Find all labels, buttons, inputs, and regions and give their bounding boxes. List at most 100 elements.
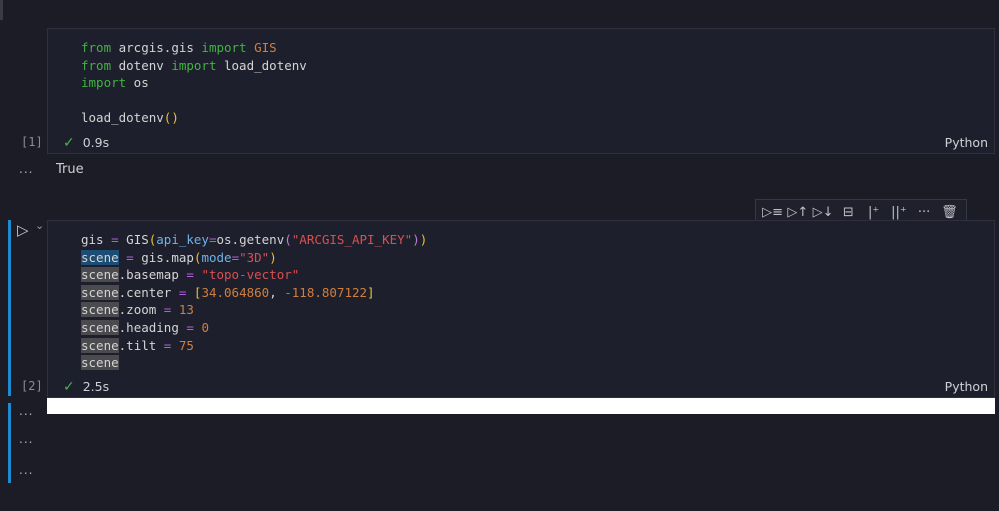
code-token: import	[81, 75, 127, 91]
code-token: api_key	[156, 232, 209, 247]
chevron-down-icon[interactable]: ⌄	[35, 219, 44, 232]
output-more-icon[interactable]: ...	[19, 162, 33, 176]
code-token: gis.map	[133, 249, 194, 265]
execution-time: 2.5s	[82, 379, 110, 394]
code-token: )	[412, 232, 420, 247]
run-above-icon[interactable]: ▷↑	[787, 205, 809, 220]
code-token: load_dotenv	[81, 110, 164, 126]
code-token: =	[231, 249, 240, 265]
code-token: from	[81, 40, 112, 55]
code-token: ]	[367, 284, 375, 300]
code-token: -	[284, 284, 292, 300]
run-cell-icon[interactable]: ▷	[17, 221, 29, 239]
code-token: scene	[81, 319, 119, 335]
check-icon: ✓	[63, 135, 75, 151]
code-token: 0	[201, 319, 209, 335]
output-more-icon[interactable]: ...	[19, 432, 33, 446]
code-line: scene = gis.map(mode="3D")	[81, 249, 427, 267]
code-token: "ARCGIS_API_KEY"	[291, 232, 413, 247]
code-token: import	[201, 40, 247, 55]
code-token: .heading	[118, 319, 187, 335]
code-token: arcgis.gis	[111, 40, 202, 55]
code-line: from dotenv import load_dotenv	[81, 57, 307, 75]
split-cell-icon[interactable]: ⊟	[837, 205, 859, 220]
output-more-icon[interactable]: ...	[19, 463, 33, 477]
code-token: "topo-vector"	[201, 267, 300, 283]
add-cell-below-icon[interactable]: ||⁺	[888, 205, 910, 220]
code-token: =	[126, 249, 134, 265]
cell-focus-bar	[8, 220, 11, 396]
code-line: scene.basemap = "topo-vector"	[81, 266, 427, 284]
code-editor[interactable]: gis = GIS(api_key=os.getenv("ARCGIS_API_…	[81, 231, 427, 372]
code-line: gis = GIS(api_key=os.getenv("ARCGIS_API_…	[81, 231, 427, 249]
code-line: scene	[81, 354, 427, 372]
code-token: .center	[118, 284, 179, 300]
code-token: =	[186, 319, 194, 335]
code-token: dotenv	[111, 57, 172, 73]
code-token: GIS	[118, 232, 149, 247]
code-token: (	[284, 232, 292, 247]
code-line: scene.heading = 0	[81, 319, 427, 337]
more-icon[interactable]: ···	[913, 205, 935, 220]
output-more-icon[interactable]: ...	[19, 404, 33, 418]
code-line: scene.zoom = 13	[81, 301, 427, 319]
code-token: 34.064860	[201, 284, 270, 300]
scrollbar[interactable]	[0, 0, 3, 20]
code-token: gis	[81, 232, 112, 247]
cell-output: True	[56, 162, 84, 177]
code-token: scene	[81, 355, 119, 371]
code-cell-2[interactable]: gis = GIS(api_key=os.getenv("ARCGIS_API_…	[47, 220, 995, 398]
code-line: load_dotenv()	[81, 109, 307, 127]
code-token: scene	[81, 284, 119, 300]
language-label[interactable]: Python	[945, 135, 988, 150]
code-token: GIS	[254, 40, 277, 55]
code-token: =	[208, 232, 217, 247]
code-token: 118.807122	[291, 284, 368, 300]
code-token: scene	[81, 267, 119, 283]
execute-above-icon[interactable]: ▷≡	[762, 205, 784, 220]
execution-count: [1]	[21, 135, 43, 149]
code-token: load_dotenv	[216, 57, 307, 73]
code-token: .basemap	[118, 267, 187, 283]
code-token: =	[186, 267, 194, 283]
code-token: scene	[81, 302, 119, 318]
output-focus-bar	[8, 403, 11, 483]
code-token: =	[111, 232, 119, 247]
code-token: os	[126, 75, 149, 91]
code-token: )	[419, 232, 428, 247]
trash-icon[interactable]: 🗑	[938, 205, 960, 220]
execution-count: [2]	[21, 379, 43, 393]
check-icon: ✓	[63, 379, 75, 395]
execution-status: ✓ 0.9s	[63, 135, 109, 151]
code-token: scene	[81, 337, 119, 353]
code-token: ()	[163, 110, 179, 126]
code-token: mode	[201, 249, 232, 265]
code-line: import os	[81, 74, 307, 92]
code-cell-1[interactable]: from arcgis.gis import GIS from dotenv im…	[47, 28, 995, 154]
code-line: scene.tilt = 75	[81, 337, 427, 355]
map-output-area[interactable]	[47, 398, 995, 414]
code-token: "3D"	[239, 249, 270, 265]
code-token: from	[81, 57, 112, 73]
code-token: .tilt	[118, 337, 164, 353]
code-editor[interactable]: from arcgis.gis import GIS from dotenv im…	[81, 39, 307, 127]
code-line: scene.center = [34.064860, -118.807122]	[81, 284, 427, 302]
language-label[interactable]: Python	[945, 379, 988, 394]
code-token: )	[269, 249, 277, 265]
execution-status: ✓ 2.5s	[63, 379, 109, 395]
code-token: os.getenv	[216, 232, 285, 247]
execution-time: 0.9s	[82, 135, 110, 150]
code-line: from arcgis.gis import GIS	[81, 39, 307, 57]
code-token: .zoom	[118, 302, 164, 318]
code-token: import	[171, 57, 217, 73]
run-below-icon[interactable]: ▷↓	[812, 205, 834, 220]
code-token: 13	[178, 302, 194, 318]
code-token: scene	[81, 249, 119, 265]
add-cell-above-icon[interactable]: |⁺	[863, 205, 885, 220]
code-token: 75	[178, 337, 194, 353]
